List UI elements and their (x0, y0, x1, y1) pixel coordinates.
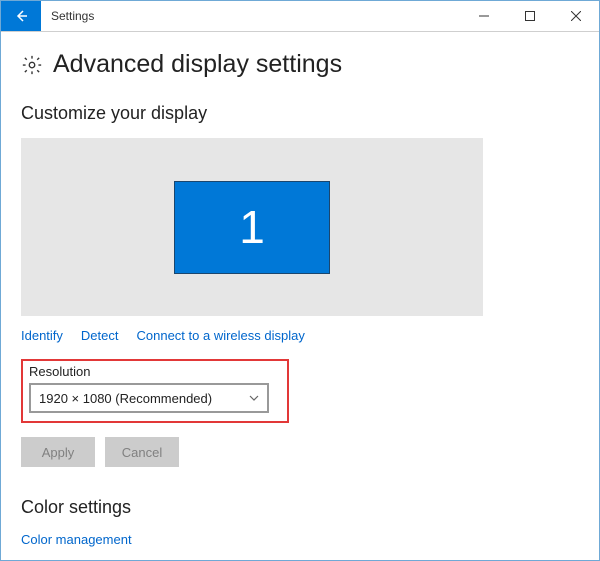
customize-heading: Customize your display (21, 103, 579, 124)
display-preview-area: 1 (21, 138, 483, 316)
identify-link[interactable]: Identify (21, 328, 63, 343)
resolution-label: Resolution (29, 364, 281, 379)
app-title: Settings (41, 1, 461, 31)
color-management-link[interactable]: Color management (21, 532, 579, 547)
close-button[interactable] (553, 1, 599, 32)
apply-button: Apply (21, 437, 95, 467)
maximize-icon (525, 11, 535, 21)
detect-link[interactable]: Detect (81, 328, 119, 343)
resolution-dropdown[interactable]: 1920 × 1080 (Recommended) (29, 383, 269, 413)
connect-wireless-link[interactable]: Connect to a wireless display (137, 328, 305, 343)
minimize-icon (479, 11, 489, 21)
page-title: Advanced display settings (53, 50, 342, 79)
content-area: Advanced display settings Customize your… (1, 32, 599, 561)
resolution-highlight: Resolution 1920 × 1080 (Recommended) (21, 359, 289, 423)
titlebar: Settings (1, 1, 599, 32)
apply-cancel-row: Apply Cancel (21, 437, 579, 467)
gear-icon (21, 54, 43, 76)
color-settings-heading: Color settings (21, 497, 579, 518)
arrow-left-icon (13, 8, 29, 24)
minimize-button[interactable] (461, 1, 507, 32)
window-controls (461, 1, 599, 31)
maximize-button[interactable] (507, 1, 553, 32)
monitor-number: 1 (239, 200, 265, 254)
resolution-selected-value: 1920 × 1080 (Recommended) (39, 391, 212, 406)
chevron-down-icon (249, 393, 259, 403)
display-action-links: Identify Detect Connect to a wireless di… (21, 328, 579, 343)
monitor-thumbnail[interactable]: 1 (174, 181, 330, 274)
back-button[interactable] (1, 1, 41, 31)
cancel-button: Cancel (105, 437, 179, 467)
close-icon (571, 11, 581, 21)
page-header: Advanced display settings (21, 32, 579, 103)
